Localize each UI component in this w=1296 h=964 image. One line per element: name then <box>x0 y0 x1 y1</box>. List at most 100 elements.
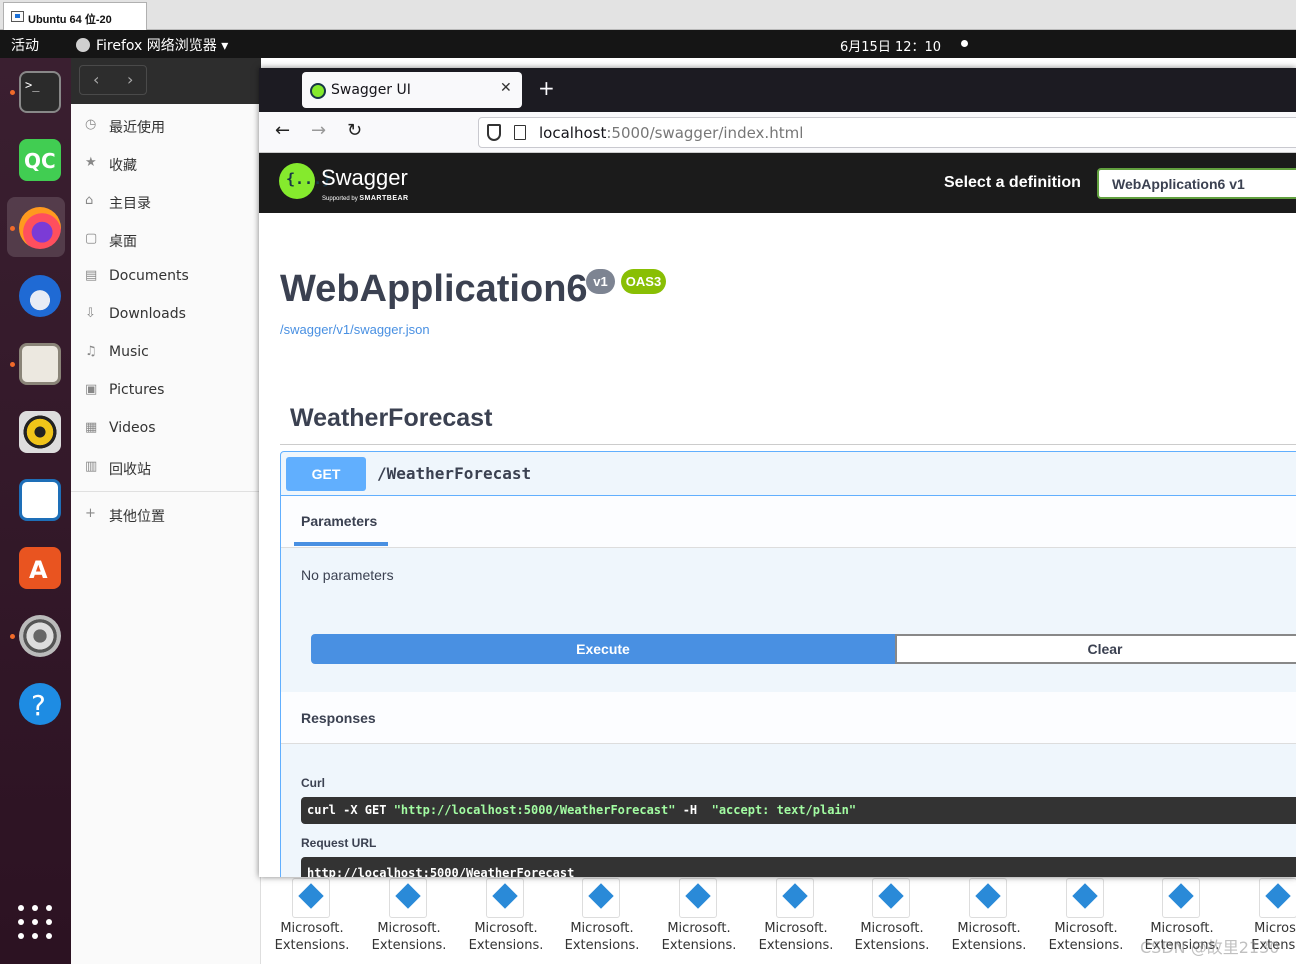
vm-tab-label: Ubuntu 64 位-20 <box>28 14 112 26</box>
desktop-file[interactable]: Microsoft. Extensions. <box>746 876 842 964</box>
vm-tab-bar: Ubuntu 64 位-20 <box>0 0 1296 30</box>
operation-summary[interactable]: GET /WeatherForecast <box>281 452 1296 496</box>
software-icon: A <box>19 547 61 589</box>
running-indicator-icon <box>10 226 15 231</box>
desktop-file[interactable]: Microsoft. Extensions. <box>1036 876 1132 964</box>
vm-tab[interactable]: Ubuntu 64 位-20 <box>3 2 147 30</box>
sidebar-item-label: 最近使用 <box>109 120 165 136</box>
files-forward-button[interactable]: › <box>127 70 133 89</box>
dock-writer[interactable] <box>7 469 65 529</box>
sidebar-item-trash[interactable]: ▥ 回收站 <box>71 450 261 486</box>
browser-tab-bar: Swagger UI ✕ + <box>259 68 1296 112</box>
api-title: WebApplication6 <box>280 268 588 310</box>
dock-thunderbird[interactable] <box>7 265 65 325</box>
file-name: Microsoft. <box>667 921 731 936</box>
recent-icon: ◷ <box>85 117 97 132</box>
dock-files[interactable] <box>7 333 65 393</box>
package-icon <box>776 878 814 918</box>
dock-software[interactable]: A <box>7 537 65 597</box>
sidebar-item-label: 回收站 <box>109 462 151 478</box>
settings-icon <box>19 615 61 657</box>
swagger-favicon-icon <box>310 83 326 99</box>
desktop-file[interactable]: Microsoft. Extensions. <box>262 876 358 964</box>
sidebar-item-label: 其他位置 <box>109 509 165 525</box>
sidebar-item-starred[interactable]: ★ 收藏 <box>71 146 261 182</box>
sidebar-item-label: Pictures <box>109 382 165 398</box>
svg-text:A: A <box>29 556 48 584</box>
controller-heading[interactable]: WeatherForecast <box>290 404 492 433</box>
svg-text:?: ? <box>31 689 46 722</box>
desktop-file[interactable]: Microsoft. Extensions. <box>649 876 745 964</box>
file-name: Extensions. <box>661 938 737 953</box>
desktop-file[interactable]: Microsoft. Extensions. <box>456 876 552 964</box>
sidebar-item-label: 主目录 <box>109 196 151 212</box>
activities-button[interactable]: 活动 <box>11 35 39 55</box>
file-name: Microsoft. <box>860 921 924 936</box>
dock-rhythmbox[interactable] <box>7 401 65 461</box>
responses-section-header: Responses <box>281 692 1296 744</box>
supported-by: Supported by SMARTBEAR <box>322 195 409 202</box>
url-path: :5000/swagger/index.html <box>606 124 804 142</box>
page-icon[interactable] <box>514 125 526 140</box>
package-icon <box>872 878 910 918</box>
home-icon: ⌂ <box>85 193 94 208</box>
select-definition-label: Select a definition <box>944 174 1081 191</box>
desktop-file[interactable]: Microsoft. Extensions. <box>939 876 1035 964</box>
clock[interactable]: 6月15日 12：10 <box>840 36 941 55</box>
definition-select[interactable]: WebApplication6 v1 <box>1097 168 1296 199</box>
tab-swagger-ui[interactable]: Swagger UI ✕ <box>302 72 522 108</box>
package-icon <box>486 878 524 918</box>
files-back-button[interactable]: ‹ <box>93 70 99 89</box>
back-button[interactable]: ← <box>275 120 290 141</box>
sidebar-item-downloads[interactable]: ⇩ Downloads <box>71 297 261 333</box>
desktop-icon: ▢ <box>85 231 98 246</box>
app-menu[interactable]: Firefox 网络浏览器 ▾ <box>76 35 228 55</box>
parameters-tab-underline <box>294 542 388 546</box>
sidebar-item-documents[interactable]: ▤ Documents <box>71 259 261 295</box>
swagger-logo-icon[interactable]: {...} <box>279 163 331 199</box>
shield-icon[interactable] <box>487 124 501 141</box>
sidebar-item-home[interactable]: ⌂ 主目录 <box>71 184 261 220</box>
sidebar-item-other-places[interactable]: + 其他位置 <box>71 497 261 533</box>
url-bar[interactable]: localhost:5000/swagger/index.html <box>478 117 1296 148</box>
forward-button[interactable]: → <box>311 120 326 141</box>
dock-settings[interactable] <box>7 605 65 665</box>
sidebar-item-label: Videos <box>109 420 156 436</box>
sidebar-item-music[interactable]: ♫ Music <box>71 335 261 371</box>
files-window-sidebar: ‹ › ◷ 最近使用 ★ 收藏 ⌂ 主目录 ▢ 桌面 ▤ Documents ⇩ Downl… <box>71 58 261 964</box>
sidebar-item-label: Music <box>109 344 149 360</box>
request-url-block[interactable]: http://localhost:5000/WeatherForecast <box>301 857 1296 877</box>
clear-button[interactable]: Clear <box>895 634 1296 664</box>
desktop-file[interactable]: Microsoft. Extensions. <box>552 876 648 964</box>
supported-by-text: Supported by <box>322 196 358 202</box>
sidebar-item-recent[interactable]: ◷ 最近使用 <box>71 108 261 144</box>
execute-button[interactable]: Execute <box>311 634 895 664</box>
thunderbird-icon <box>19 275 61 317</box>
notification-dot-icon <box>961 40 968 47</box>
qc-icon: QC <box>19 139 61 181</box>
file-name: Microsoft. <box>474 921 538 936</box>
browser-toolbar: ← → ↻ localhost:5000/swagger/index.html <box>259 112 1296 153</box>
desktop-file[interactable]: Microsoft. Extensions. <box>359 876 455 964</box>
desktop-file[interactable]: Microsoft. Extensions. <box>842 876 938 964</box>
file-name: Extensions. <box>951 938 1027 953</box>
app-grid-icon[interactable] <box>18 905 52 939</box>
controller-divider <box>280 444 1296 445</box>
dock-help[interactable]: ? <box>7 673 65 733</box>
smartbear-text: SMARTBEAR <box>359 195 409 202</box>
parameters-tab[interactable]: Parameters <box>301 513 377 529</box>
sidebar-item-pictures[interactable]: ▣ Pictures <box>71 373 261 409</box>
new-tab-button[interactable]: + <box>538 76 555 100</box>
file-name: Extensions. <box>854 938 930 953</box>
curl-code-block[interactable]: curl -X GET "http://localhost:5000/Weath… <box>301 797 1296 824</box>
spec-link[interactable]: /swagger/v1/swagger.json <box>280 322 430 337</box>
dock-terminal[interactable]: >_ <box>7 61 65 121</box>
curl-command: curl -X GET <box>307 803 394 817</box>
sidebar-item-videos[interactable]: ▦ Videos <box>71 411 261 447</box>
dock-qc[interactable]: QC <box>7 129 65 189</box>
dock-firefox[interactable] <box>7 197 65 257</box>
reload-button[interactable]: ↻ <box>347 120 362 141</box>
sidebar-item-desktop[interactable]: ▢ 桌面 <box>71 222 261 258</box>
vm-icon <box>11 11 24 22</box>
tab-close-icon[interactable]: ✕ <box>500 80 512 96</box>
